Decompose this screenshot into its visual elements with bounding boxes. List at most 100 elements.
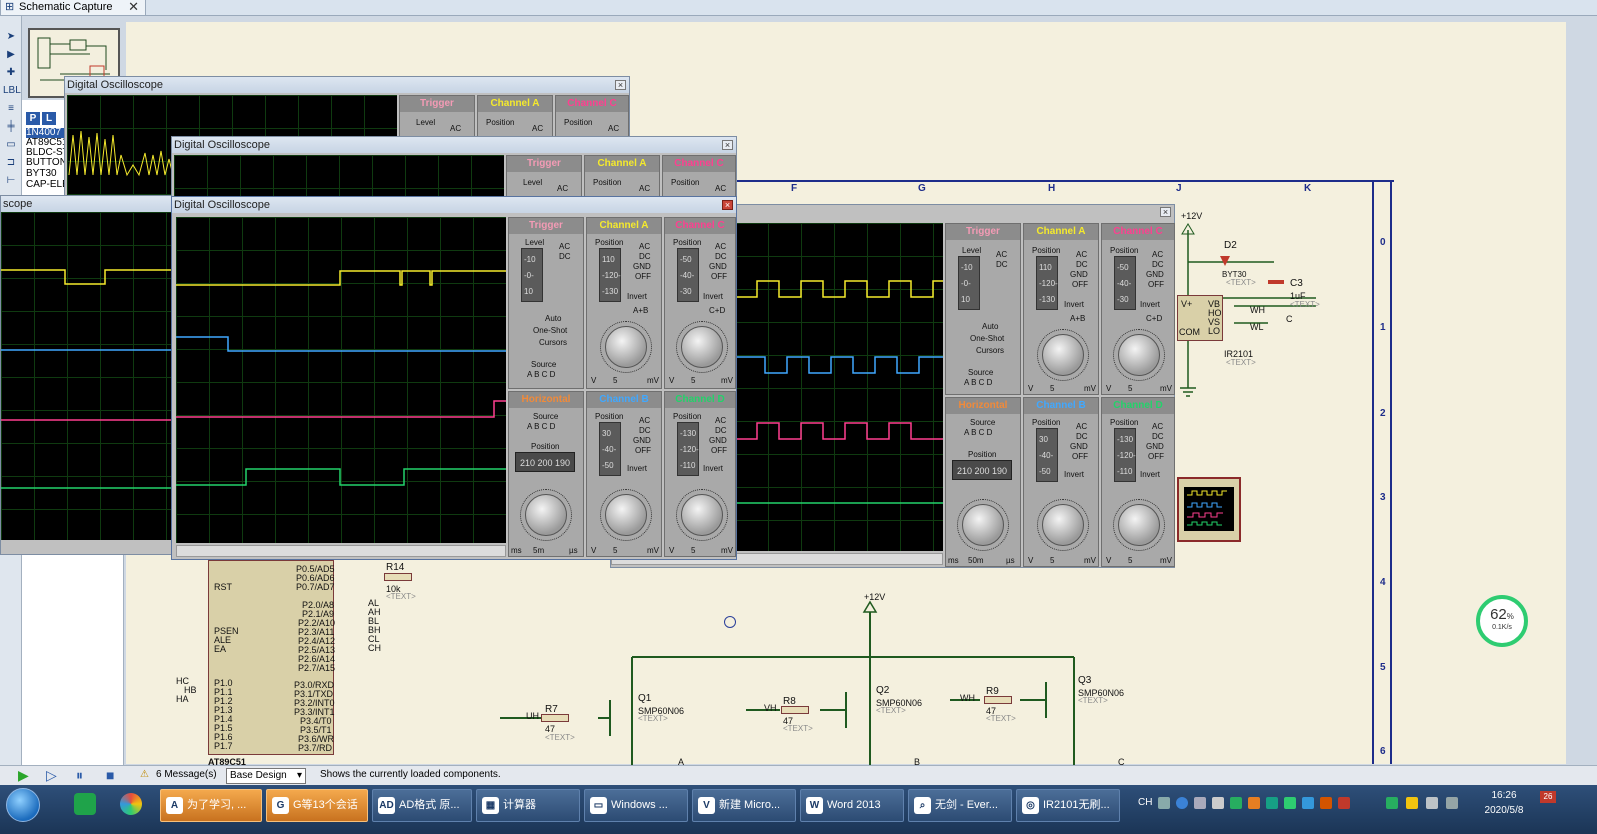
close-window-icon[interactable]: × (615, 80, 626, 90)
wire-label-icon[interactable]: LBL (3, 84, 21, 98)
volume-icon[interactable] (1426, 797, 1438, 809)
network-icon[interactable] (1446, 797, 1458, 809)
chrome-icon[interactable] (120, 793, 142, 815)
device-pin-icon[interactable]: ⊢ (3, 174, 19, 188)
close-window-icon[interactable]: × (722, 140, 733, 150)
pause-icon[interactable]: ⏸ (76, 767, 83, 784)
qq-icon[interactable] (1320, 797, 1332, 809)
device-item[interactable]: 1N4007 (26, 128, 66, 138)
position-slider[interactable]: 30 -40- -50 (1036, 428, 1058, 482)
messages-count[interactable]: 6 Message(s) (156, 769, 217, 780)
component-mode-icon[interactable]: ▶ (3, 48, 19, 62)
device-item[interactable]: CAP-ELEC (26, 180, 66, 190)
stop-icon[interactable]: ■ (106, 767, 114, 783)
timebase-knob[interactable] (957, 499, 1009, 551)
level-slider[interactable]: -10 -0- 10 (521, 248, 543, 302)
network-speed-widget[interactable]: 62% 0.1K/s (1476, 595, 1528, 647)
volts-div-knob[interactable] (1037, 499, 1089, 551)
timebase-knob[interactable] (520, 489, 572, 541)
help-icon[interactable] (1176, 797, 1188, 809)
volts-div-knob[interactable] (600, 321, 652, 373)
bus-icon[interactable]: ╪ (3, 120, 19, 134)
level-slider[interactable]: -10 -0- 10 (958, 256, 980, 310)
tray-icon[interactable] (1230, 797, 1242, 809)
scope-screen (1, 212, 173, 540)
tray-icon[interactable] (1406, 797, 1418, 809)
wechat-icon[interactable] (1284, 797, 1296, 809)
position-slider[interactable]: -50 -40- -30 (677, 248, 699, 302)
tab-schematic-capture[interactable]: ⊞ Schematic Capture ✕ (0, 0, 146, 16)
position-slider[interactable]: 110 -120- -130 (1036, 256, 1058, 310)
notification-badge[interactable]: 26 (1540, 791, 1556, 803)
volts-div-knob[interactable] (676, 321, 728, 373)
net-label: HA (176, 694, 189, 704)
taskbar-item[interactable]: V 新建 Micro... (692, 789, 796, 822)
oscilloscope-window-middle[interactable]: Digital Oscilloscope × Trigger Level AC Ch… (171, 136, 737, 201)
volts-div-knob[interactable] (1113, 329, 1165, 381)
ac-label: AC (559, 242, 571, 251)
position-slider[interactable]: -50 -40- -30 (1114, 256, 1136, 310)
tray-icon[interactable] (1212, 797, 1224, 809)
shield-icon[interactable] (1386, 797, 1398, 809)
taskbar-item[interactable]: G G等13个会话 (266, 789, 368, 822)
resistor-r14[interactable] (384, 573, 412, 581)
terminal-icon[interactable]: ⊐ (3, 156, 19, 170)
pinned-app-icon[interactable] (74, 793, 96, 815)
device-item[interactable]: BUTTON (26, 158, 66, 168)
horizontal-position-display[interactable]: 210 200 190 (952, 460, 1012, 480)
tray-icon[interactable] (1302, 797, 1314, 809)
device-item[interactable]: BLDC-ST... (26, 148, 66, 158)
junction-dot-icon[interactable]: ✚ (3, 66, 19, 80)
taskbar-item[interactable]: AD AD格式 原... (372, 789, 472, 822)
close-tab-icon[interactable]: ✕ (128, 0, 139, 14)
text-script-icon[interactable]: ≡ (3, 102, 19, 116)
volts-div-knob[interactable] (600, 489, 652, 541)
taskbar-item[interactable]: W Word 2013 (800, 789, 904, 822)
device-item[interactable]: AT89C51 (26, 138, 66, 148)
device-item[interactable]: BYT30 (26, 169, 66, 179)
close-window-icon[interactable]: × (722, 200, 733, 210)
r7-text: <TEXT> (545, 733, 575, 742)
subcircuit-icon[interactable]: ▭ (3, 138, 19, 152)
horizontal-position-display[interactable]: 210 200 190 (515, 452, 575, 472)
input-language[interactable]: CH (1138, 797, 1152, 808)
position-slider[interactable]: -130 -120- -110 (1114, 428, 1136, 482)
volts-div-knob[interactable] (1037, 329, 1089, 381)
window-title: Digital Oscilloscope (65, 77, 629, 93)
sheet-border-right (1372, 180, 1374, 764)
taskbar-item[interactable]: ▦ 计算器 (476, 789, 580, 822)
position-slider[interactable]: 110 -120- -130 (599, 248, 621, 302)
taskbar-item[interactable]: ⌕ 无剑 - Ever... (908, 789, 1012, 822)
taskbar-item[interactable]: ◎ IR2101无刷... (1016, 789, 1120, 822)
resistor-r9[interactable] (984, 696, 1012, 704)
source-letters: A B C D (527, 422, 556, 431)
qq-icon[interactable] (1338, 797, 1350, 809)
keyboard-icon[interactable] (1158, 797, 1170, 809)
library-manager-button[interactable]: L (42, 112, 56, 125)
play-icon[interactable]: ▶ (18, 767, 29, 784)
oscilloscope-window-front[interactable]: Digital Oscilloscope × Trigger Level -10… (171, 196, 737, 560)
taskbar-item[interactable]: A 为了学习, ... (160, 789, 262, 822)
volts-div-knob[interactable] (676, 489, 728, 541)
position-slider[interactable]: 30 -40- -50 (599, 422, 621, 476)
start-button[interactable] (6, 788, 40, 822)
resistor-r8[interactable] (781, 706, 809, 714)
channel-b-panel: Channel B Position 30 -40- -50 AC DC GND O… (586, 391, 662, 557)
taskbar-item[interactable]: ▭ Windows ... (584, 789, 688, 822)
oscilloscope-instrument-symbol[interactable] (1177, 477, 1241, 542)
close-window-icon[interactable]: × (1160, 207, 1171, 217)
design-selector[interactable]: Base Design ▾ (226, 768, 306, 784)
volts-div-knob[interactable] (1113, 499, 1165, 551)
oscilloscope-window-left[interactable]: scope (0, 195, 173, 555)
tray-icon[interactable] (1266, 797, 1278, 809)
us-unit: µs (1006, 556, 1015, 565)
step-icon[interactable]: ▷ (46, 767, 57, 784)
selection-mode-icon[interactable]: ➤ (3, 30, 19, 44)
horizontal-scrollbar[interactable] (176, 545, 506, 557)
pick-devices-button[interactable]: P (26, 112, 40, 125)
tray-icon[interactable] (1194, 797, 1206, 809)
resistor-r7[interactable] (541, 714, 569, 722)
tray-icon[interactable] (1248, 797, 1260, 809)
position-slider[interactable]: -130 -120- -110 (677, 422, 699, 476)
system-clock[interactable]: 16:26 2020/5/8 (1474, 788, 1534, 818)
